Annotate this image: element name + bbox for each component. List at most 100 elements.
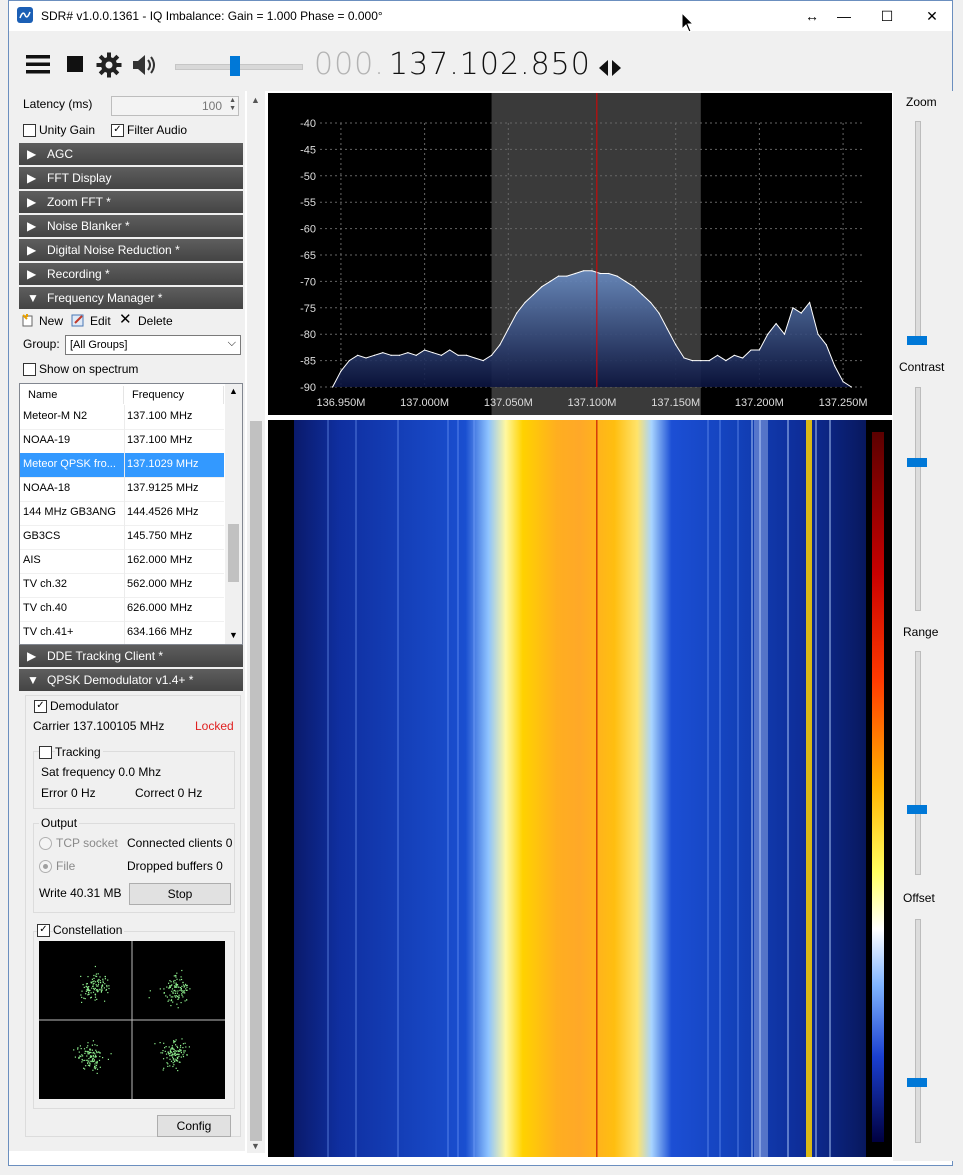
frequency-display-prefix[interactable]: 000.	[314, 47, 385, 82]
spectrum-point	[775, 323, 777, 325]
panel-noise-blanker[interactable]: ▶ Noise Blanker *	[19, 215, 243, 237]
spectrum-analyzer[interactable]: -40 -45 -50 -55 -60 -65 -70 -75 -80 -85 -90 136.950…	[268, 93, 892, 415]
tracking-checkbox[interactable]	[39, 746, 52, 759]
scroll-thumb[interactable]	[250, 421, 262, 1141]
spectrum-point	[683, 357, 685, 359]
table-row[interactable]: TV ch.41+ 634.166 MHz	[20, 621, 224, 644]
contrast-slider-thumb[interactable]	[907, 458, 927, 467]
unity-gain-checkbox[interactable]	[23, 124, 36, 137]
panel-dde-tracking-client[interactable]: ▶ DDE Tracking Client *	[19, 645, 243, 667]
edit-icon	[71, 313, 85, 330]
stop-icon[interactable]	[65, 51, 93, 79]
close-button[interactable]: ✕	[909, 1, 955, 31]
table-row[interactable]: NOAA-18 137.9125 MHz	[20, 477, 224, 502]
zoom-slider[interactable]	[915, 121, 921, 345]
constellation-checkbox[interactable]: ✓	[37, 924, 50, 937]
table-row[interactable]: 144 MHz GB3ANG 144.4526 MHz	[20, 501, 224, 526]
panel-fft-display[interactable]: ▶ FFT Display	[19, 167, 243, 189]
table-row[interactable]: TV ch.32 562.000 MHz	[20, 573, 224, 598]
panel-recording[interactable]: ▶ Recording *	[19, 263, 243, 285]
demodulator-checkbox[interactable]: ✓	[34, 700, 47, 713]
constellation-point	[87, 1045, 89, 1047]
constellation-point	[91, 1060, 93, 1062]
table-row[interactable]: GB3CS 145.750 MHz	[20, 525, 224, 550]
speaker-icon[interactable]	[131, 51, 159, 79]
constellation-point	[97, 985, 99, 987]
table-scrollbar[interactable]: ▲ ▼	[225, 384, 242, 644]
constellation-point	[90, 981, 92, 984]
panel-digital-noise-reduction[interactable]: ▶ Digital Noise Reduction *	[19, 239, 243, 261]
table-row[interactable]: AIS 162.000 MHz	[20, 549, 224, 574]
delete-button[interactable]: ✕ Delete	[119, 312, 179, 331]
scroll-down-icon[interactable]: ▼	[229, 630, 238, 640]
column-header-frequency[interactable]: Frequency	[124, 386, 224, 404]
zoom-slider-thumb[interactable]	[907, 336, 927, 345]
spectrum-point	[340, 370, 342, 372]
maximize-button[interactable]: ☐	[864, 1, 910, 31]
constellation-point	[97, 973, 99, 975]
constellation-point	[87, 994, 89, 996]
scroll-up-icon[interactable]: ▲	[251, 95, 260, 105]
range-slider[interactable]	[915, 651, 921, 875]
constellation-point	[172, 1065, 174, 1068]
stop-button[interactable]: Stop	[129, 883, 231, 905]
column-header-name[interactable]: Name	[20, 386, 124, 404]
spinner-icon[interactable]: ▲ ▼	[229, 97, 236, 113]
constellation-point	[177, 1070, 179, 1072]
title-bar[interactable]: SDR# v1.0.0.1361 - IQ Imbalance: Gain = …	[9, 1, 952, 31]
window-title: SDR# v1.0.0.1361 - IQ Imbalance: Gain = …	[41, 9, 383, 23]
filter-audio-checkbox[interactable]: ✓	[111, 124, 124, 137]
constellation-point	[176, 1053, 178, 1055]
constellation-point	[161, 1052, 164, 1054]
edit-button[interactable]: Edit	[71, 313, 121, 331]
config-button[interactable]: Config	[157, 1115, 231, 1137]
tcp-socket-radio[interactable]	[39, 837, 52, 850]
constellation-point	[169, 1065, 171, 1067]
constellation-point	[181, 1038, 183, 1040]
offset-slider[interactable]	[915, 919, 921, 1143]
spectrum-point	[616, 275, 618, 277]
contrast-slider[interactable]	[915, 387, 921, 611]
table-row[interactable]: Meteor QPSK fro... 137.1029 MHz	[20, 453, 224, 478]
panel-qpsk-demodulator[interactable]: ▼ QPSK Demodulator v1.4+ *	[19, 669, 243, 691]
constellation-point	[167, 1000, 169, 1002]
frequency-display[interactable]: 137.102.850	[389, 47, 591, 82]
left-panel-scrollbar[interactable]: ▲ ▼	[247, 91, 265, 1153]
offset-slider-thumb[interactable]	[907, 1078, 927, 1087]
constellation-point	[93, 989, 95, 991]
table-row[interactable]: TV ch.40 626.000 MHz	[20, 597, 224, 622]
constellation-point	[164, 1050, 166, 1052]
table-row[interactable]: NOAA-19 137.100 MHz	[20, 429, 224, 454]
scroll-down-icon[interactable]: ▼	[251, 1141, 260, 1151]
row-frequency: 137.9125 MHz	[127, 482, 199, 494]
waterfall-display[interactable]	[268, 420, 892, 1157]
constellation-point	[94, 987, 96, 989]
constellation-point	[90, 997, 92, 999]
gear-icon[interactable]	[95, 51, 123, 79]
panel-frequency-manager[interactable]: ▼ Frequency Manager *	[19, 287, 243, 309]
constellation-point	[163, 992, 165, 994]
constellation-point	[99, 980, 101, 982]
frequency-table[interactable]: Name Frequency Meteor-M N2 137.100 MHz NOA…	[19, 383, 243, 645]
constellation-point	[175, 982, 177, 984]
constellation-point	[81, 1001, 83, 1003]
panel-zoom-fft[interactable]: ▶ Zoom FFT *	[19, 191, 243, 213]
spectrum-point	[691, 360, 694, 362]
show-on-spectrum-checkbox[interactable]	[23, 363, 36, 376]
constellation-point	[180, 1056, 182, 1058]
file-radio[interactable]	[39, 860, 52, 873]
range-slider-thumb[interactable]	[907, 805, 927, 814]
panel-agc[interactable]: ▶ AGC	[19, 143, 243, 165]
menu-icon[interactable]	[25, 51, 53, 79]
volume-slider[interactable]	[175, 55, 303, 77]
latency-input[interactable]: 100 ▲ ▼	[111, 96, 239, 116]
y-tick-label: -45	[300, 144, 316, 156]
volume-slider-thumb[interactable]	[230, 56, 240, 76]
scroll-up-icon[interactable]: ▲	[229, 386, 238, 396]
group-select[interactable]: [All Groups] ⌵	[65, 335, 241, 355]
table-row[interactable]: Meteor-M N2 137.100 MHz	[20, 405, 224, 430]
constellation-point	[85, 983, 88, 985]
tune-arrows-icon[interactable]	[597, 58, 625, 78]
scroll-thumb[interactable]	[228, 524, 239, 582]
minimize-button[interactable]: —	[821, 1, 867, 31]
